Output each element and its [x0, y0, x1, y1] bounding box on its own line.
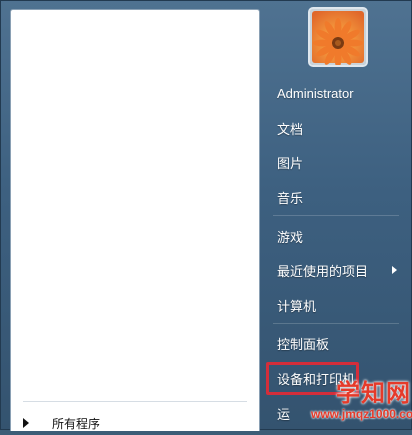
games-label: 游戏	[277, 229, 304, 245]
computer-item[interactable]: 计算机	[269, 292, 405, 318]
pictures-label: 图片	[277, 155, 304, 171]
watermark-url: www.jmqz1000.com	[311, 407, 412, 421]
all-programs-label: 所有程序	[52, 416, 101, 431]
recent-items-item[interactable]: 最近使用的项目	[269, 257, 405, 283]
flower-picture-icon	[310, 9, 366, 65]
menu-separator	[273, 323, 399, 324]
all-programs-button[interactable]: 所有程序	[17, 411, 247, 435]
documents-item[interactable]: 文档	[269, 115, 405, 141]
music-label: 音乐	[277, 190, 304, 206]
programs-divider	[23, 401, 247, 402]
watermark: 学知网 www.jmqz1000.com	[311, 380, 412, 429]
control-panel-label: 控制面板	[277, 336, 330, 352]
games-item[interactable]: 游戏	[269, 223, 405, 249]
pictures-item[interactable]: 图片	[269, 149, 405, 175]
programs-pane: 所有程序	[10, 9, 260, 431]
recent-items-label: 最近使用的项目	[277, 263, 369, 279]
start-menu: 所有程序 Administrator 文档 图片 音乐 游戏 最近使用的项目 计…	[0, 0, 412, 431]
user-name-item[interactable]: Administrator	[269, 80, 405, 106]
music-item[interactable]: 音乐	[269, 184, 405, 210]
run-label: 运	[277, 406, 291, 422]
submenu-arrow-icon	[392, 266, 397, 274]
user-avatar[interactable]	[308, 7, 368, 67]
triangle-right-icon	[23, 418, 29, 428]
documents-label: 文档	[277, 121, 304, 137]
watermark-title: 学知网	[336, 380, 411, 407]
computer-label: 计算机	[277, 298, 317, 314]
user-name: Administrator	[277, 85, 354, 101]
control-panel-item[interactable]: 控制面板	[269, 330, 405, 356]
menu-separator	[273, 215, 399, 216]
